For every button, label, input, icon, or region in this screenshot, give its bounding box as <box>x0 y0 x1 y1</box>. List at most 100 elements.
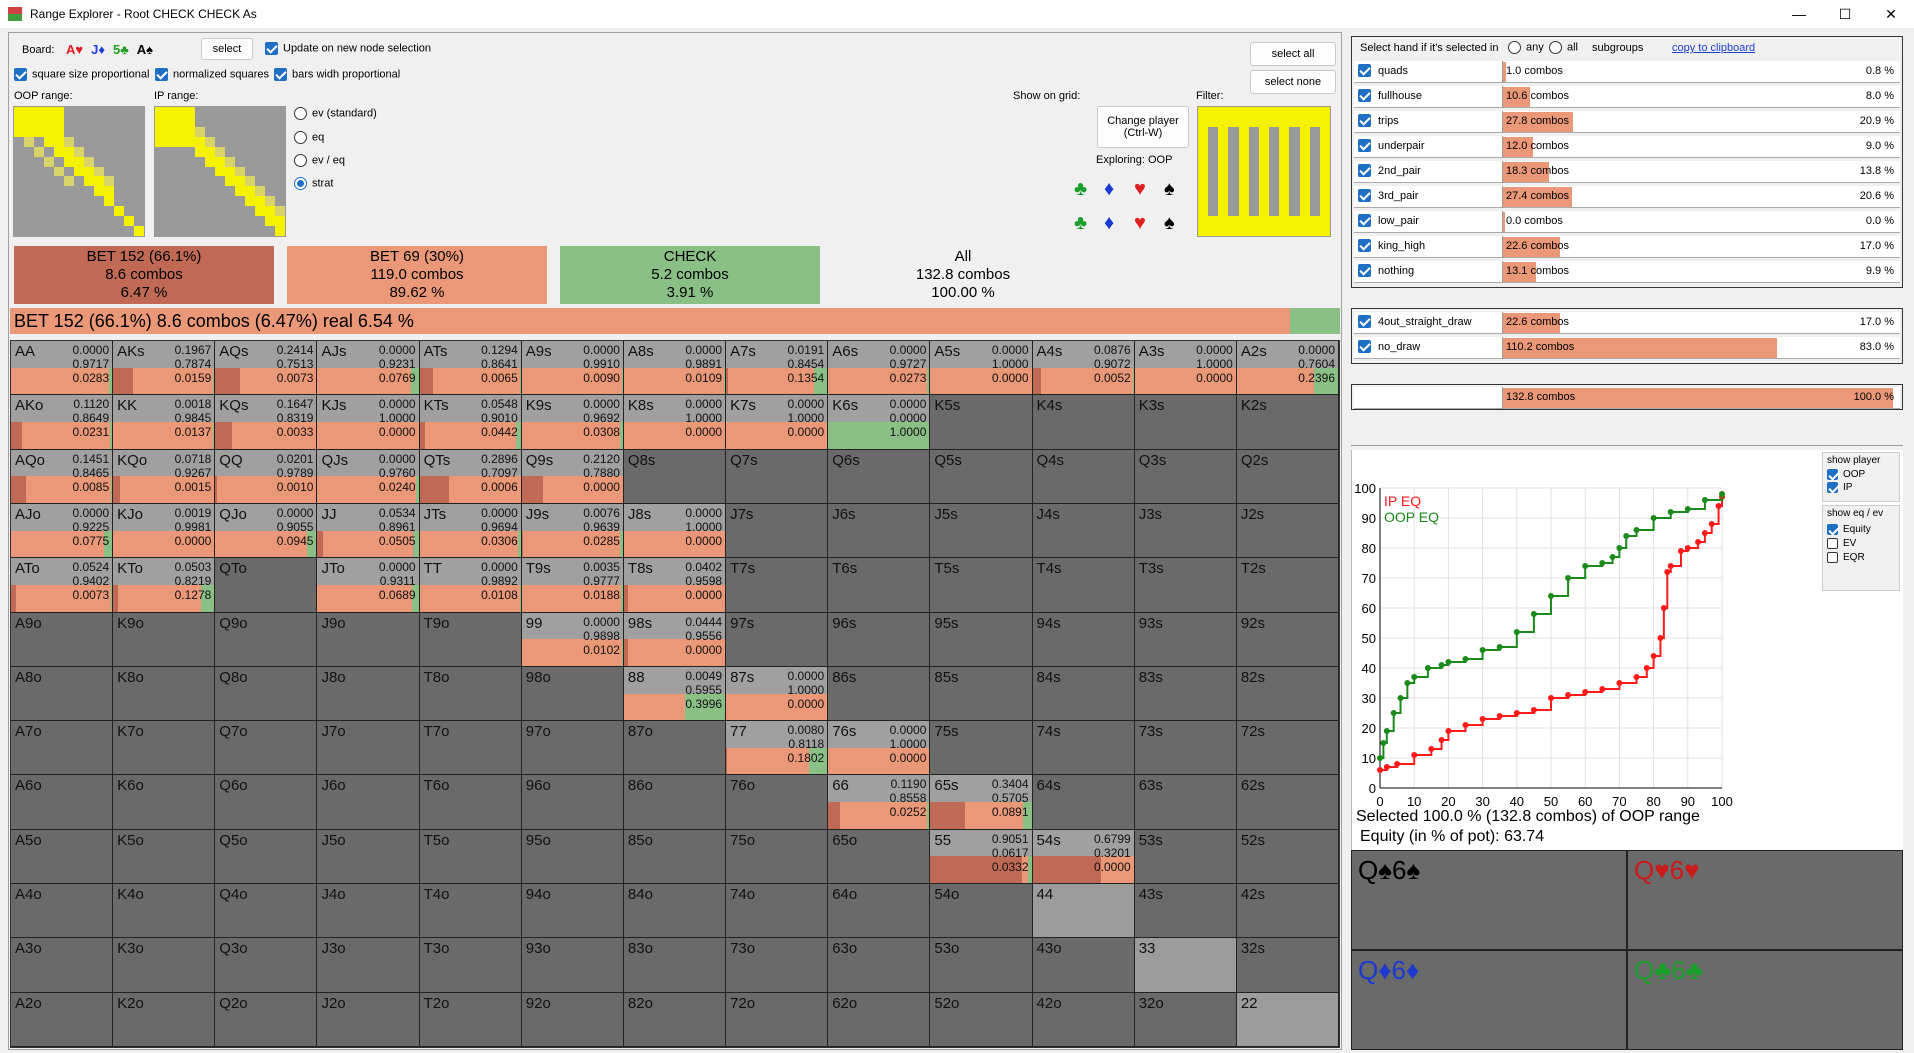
hand-cell[interactable]: 76o <box>726 775 829 830</box>
checkbox-icon[interactable] <box>1358 239 1371 252</box>
hand-group-row[interactable]: quads 1.0 combos 0.8 % <box>1354 61 1900 83</box>
hand-cell[interactable]: 0.0000 1.0000 0.0000 KJs <box>317 395 420 450</box>
example-hand-box[interactable]: Q♥6♥ <box>1627 850 1903 950</box>
hand-cell[interactable]: 63o <box>828 938 931 993</box>
hand-cell[interactable]: 0.1451 0.8465 0.0085 AQo <box>11 449 114 504</box>
hand-cell[interactable]: 0.0718 0.9267 0.0015 KQo <box>113 449 216 504</box>
hand-cell[interactable]: K4s <box>1032 395 1135 450</box>
hand-cell[interactable]: A6o <box>11 775 114 830</box>
hand-cell[interactable]: 0.3404 0.5705 0.0891 65s <box>930 775 1033 830</box>
hand-cell[interactable]: J4s <box>1032 503 1135 559</box>
hand-cell[interactable]: J5s <box>930 503 1033 559</box>
hand-cell[interactable]: Q4s <box>1032 449 1135 504</box>
hand-cell[interactable]: 0.0000 0.9760 0.0240 QJs <box>317 449 420 504</box>
hand-cell[interactable]: 0.0000 0.0000 1.0000 K6s <box>828 395 931 450</box>
hand-cell[interactable]: J8o <box>317 666 420 722</box>
any-radio[interactable]: any <box>1508 41 1544 54</box>
hand-cell[interactable]: J7o <box>317 721 420 776</box>
example-hand-box[interactable]: Q♦6♦ <box>1351 950 1627 1050</box>
checkbox-icon[interactable] <box>1358 164 1371 177</box>
hand-cell[interactable]: 0.1294 0.8641 0.0065 ATs <box>419 341 522 396</box>
action-summary-box[interactable]: CHECK 5.2 combos 3.91 % <box>560 246 820 304</box>
hand-cell[interactable]: T7o <box>419 721 522 776</box>
hand-cell[interactable]: 62s <box>1236 775 1339 830</box>
hand-cell[interactable]: 0.0049 0.5955 0.3996 88 <box>623 666 727 722</box>
hand-cell[interactable]: 0.0503 0.8219 0.1278 KTo <box>113 558 216 613</box>
hand-cell[interactable]: 0.0000 1.0000 0.0000 K8s <box>623 395 727 450</box>
select-none-button[interactable]: select none <box>1250 70 1336 94</box>
hand-cell[interactable]: K5s <box>930 395 1033 450</box>
hand-cell[interactable]: 95o <box>521 829 624 885</box>
suit-toggle-icon[interactable]: ♥ <box>1134 212 1164 235</box>
hand-cell[interactable]: A8o <box>11 666 114 722</box>
hand-cell[interactable]: 64s <box>1032 775 1135 830</box>
bars-width-checkbox[interactable]: bars widh proportional <box>274 68 400 81</box>
hand-cell[interactable]: J5o <box>317 829 420 885</box>
hand-cell[interactable]: 0.0201 0.9789 0.0010 QQ <box>215 449 318 504</box>
hand-cell[interactable]: 0.0019 0.9981 0.0000 KJo <box>113 503 216 559</box>
hand-cell[interactable]: T4s <box>1032 558 1135 613</box>
hand-cell[interactable]: Q9o <box>215 612 318 667</box>
ip-range-minigrid[interactable] <box>154 106 286 237</box>
hand-cell[interactable]: 62o <box>828 992 931 1047</box>
hand-cell[interactable]: J3s <box>1134 503 1237 559</box>
hand-cell[interactable]: 0.0000 0.9055 0.0945 QJo <box>215 503 318 559</box>
filter-minigrid[interactable] <box>1197 106 1331 237</box>
hand-cell[interactable]: 0.0000 0.9694 0.0306 JTs <box>419 503 522 559</box>
suit-toggle-row-2[interactable]: ♣ ♦ ♥ ♠ <box>1074 212 1194 235</box>
checkbox-icon[interactable] <box>1358 114 1371 127</box>
hand-cell[interactable]: J7s <box>726 503 829 559</box>
hand-cell[interactable]: 0.0000 1.0000 0.0000 87s <box>726 666 829 722</box>
hand-cell[interactable]: T2o <box>419 992 522 1047</box>
hand-cell[interactable]: Q2o <box>215 992 318 1047</box>
example-hand-box[interactable]: Q♣6♣ <box>1627 950 1903 1050</box>
hand-cell[interactable]: 86s <box>828 666 931 722</box>
hand-cell[interactable]: J4o <box>317 884 420 939</box>
hand-cell[interactable]: 0.1647 0.8319 0.0033 KQs <box>215 395 318 450</box>
hand-cell[interactable]: K2s <box>1236 395 1339 450</box>
hand-cell[interactable]: 0.0000 0.9225 0.0775 AJo <box>11 503 114 559</box>
hand-cell[interactable]: 52o <box>930 992 1033 1047</box>
checkbox-icon[interactable] <box>1358 139 1371 152</box>
hand-cell[interactable]: 0.2120 0.7880 0.0000 Q9s <box>521 449 624 504</box>
hand-cell[interactable]: 75s <box>930 721 1033 776</box>
hand-cell[interactable]: 0.6799 0.3201 0.0000 54s <box>1032 829 1135 885</box>
radio-strat[interactable]: strat <box>294 177 333 190</box>
hand-cell[interactable]: J9o <box>317 612 420 667</box>
hand-cell[interactable]: 0.0080 0.8118 0.1802 77 <box>726 721 829 776</box>
hand-cell[interactable]: Q5s <box>930 449 1033 504</box>
radio-ev-standard[interactable]: ev (standard) <box>294 107 377 120</box>
checkbox-icon[interactable] <box>1358 340 1371 353</box>
hand-cell[interactable]: 0.0000 0.9892 0.0108 TT <box>419 558 522 613</box>
hand-cell[interactable]: 0.0000 0.7604 0.2396 A2s <box>1236 341 1339 396</box>
suit-toggle-icon[interactable]: ♠ <box>1164 212 1194 235</box>
hand-cell[interactable]: 93o <box>521 938 624 993</box>
hand-cell[interactable]: T4o <box>419 884 522 939</box>
hand-group-row[interactable]: 4out_straight_draw 22.6 combos 17.0 % <box>1354 312 1900 334</box>
hand-cell[interactable]: 98o <box>521 666 624 722</box>
ev-checkbox[interactable]: EV <box>1827 538 1895 549</box>
hand-cell[interactable]: 53s <box>1134 829 1237 885</box>
hand-cell[interactable]: 83o <box>623 938 727 993</box>
hand-cell[interactable]: 0.0000 1.0000 0.0000 A3s <box>1134 341 1237 396</box>
hand-cell[interactable]: A9o <box>11 612 114 667</box>
hand-cell[interactable]: K9o <box>113 612 216 667</box>
hand-cell[interactable]: 0.0000 0.9311 0.0689 JTo <box>317 558 420 613</box>
hand-cell[interactable]: 95s <box>930 612 1033 667</box>
hand-cell[interactable]: 85s <box>930 666 1033 722</box>
hand-cell[interactable]: 0.0876 0.9072 0.0052 A4s <box>1032 341 1135 396</box>
hand-cell[interactable]: T5o <box>419 829 522 885</box>
suit-toggle-icon[interactable]: ♥ <box>1134 178 1164 201</box>
hand-cell[interactable]: T5s <box>930 558 1033 613</box>
radio-eq[interactable]: eq <box>294 131 324 144</box>
maximize-button[interactable]: ☐ <box>1822 0 1868 28</box>
hand-cell[interactable]: 42o <box>1032 992 1135 1047</box>
checkbox-icon[interactable] <box>1358 64 1371 77</box>
hand-cell[interactable]: 0.1190 0.8558 0.0252 66 <box>828 775 931 830</box>
action-summary-box[interactable]: All 132.8 combos 100.00 % <box>833 246 1093 304</box>
hand-cell[interactable]: T6s <box>828 558 931 613</box>
hand-group-row[interactable]: underpair 12.0 combos 9.0 % <box>1354 136 1900 158</box>
hand-cell[interactable]: T3o <box>419 938 522 993</box>
hand-cell[interactable]: A4o <box>11 884 114 939</box>
hand-cell[interactable]: 64o <box>828 884 931 939</box>
